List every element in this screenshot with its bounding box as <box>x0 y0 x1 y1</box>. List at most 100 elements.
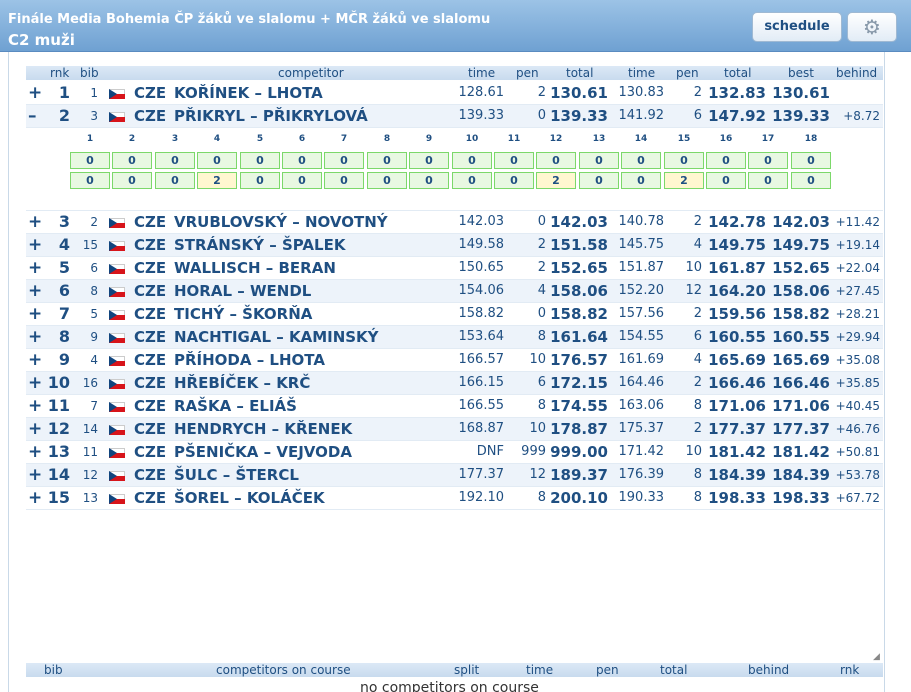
row-bib: 1 <box>90 86 98 100</box>
row-competitor: VRUBLOVSKÝ – NOVOTNÝ <box>174 213 388 231</box>
row-behind: +53.78 <box>835 468 880 482</box>
table-row[interactable]: +13 11 CZE PŠENIČKA – VEJVODA DNF 999 999.00 17… <box>26 441 883 464</box>
row-best: 158.82 <box>772 305 830 323</box>
row-bib: 12 <box>82 468 98 482</box>
row-total2: 165.69 <box>708 351 766 369</box>
row-total2: 159.56 <box>708 305 766 323</box>
table-row[interactable]: +7 5 CZE TICHÝ – ŠKORŇA 158.82 0 158.82 157.56 2… <box>26 303 883 326</box>
row-rank: 10 <box>47 373 70 392</box>
table-row[interactable]: +15 13 CZE ŠOREL – KOLÁČEK 192.10 8 200.10 190.… <box>26 487 883 510</box>
row-total2: 181.42 <box>708 443 766 461</box>
gate-penalty-run1: 0 <box>367 152 407 169</box>
row-pen1: 0 <box>537 306 546 321</box>
table-row[interactable]: +8 9 CZE NACHTIGAL – KAMINSKÝ 153.64 8 161.64 1… <box>26 326 883 349</box>
row-competitor: PŘIKRYL – PŘIKRYLOVÁ <box>174 107 368 125</box>
gate-number: 9 <box>425 134 433 144</box>
row-nation: CZE <box>134 328 167 346</box>
resize-handle-icon[interactable]: ◢ <box>873 652 881 662</box>
row-best: 198.33 <box>772 489 830 507</box>
row-behind: +29.94 <box>835 330 880 344</box>
row-total2: 164.20 <box>708 282 766 300</box>
row-time1: 166.57 <box>458 352 505 367</box>
gate-penalty-run2: 0 <box>748 172 788 189</box>
gate-penalty-run1: 0 <box>748 152 788 169</box>
row-rank: 11 <box>47 396 70 415</box>
schedule-button[interactable]: schedule <box>752 12 842 42</box>
gate-penalty-run2: 0 <box>70 172 110 189</box>
row-best: 139.33 <box>772 107 830 125</box>
row-competitor: PŠENIČKA – VEJVODA <box>174 443 352 461</box>
row-time1: 158.82 <box>458 306 505 321</box>
row-rank: 13 <box>47 442 70 461</box>
table-row[interactable]: +3 2 CZE VRUBLOVSKÝ – NOVOTNÝ 142.03 0 142.03 1… <box>26 211 883 234</box>
table-row[interactable]: +11 7 CZE RAŠKA – ELIÁŠ 166.55 8 174.55 163.06 8… <box>26 395 883 418</box>
table-row[interactable]: +14 12 CZE ŠULC – ŠTERCL 177.37 12 189.37 176.3… <box>26 464 883 487</box>
row-total1: 139.33 <box>550 107 608 125</box>
row-rank: 12 <box>47 419 70 438</box>
row-total2: 166.46 <box>708 374 766 392</box>
row-nation: CZE <box>134 397 167 415</box>
row-pen2: 2 <box>693 306 702 321</box>
expand-toggle[interactable]: – <box>28 105 37 127</box>
gate-penalty-run2: 2 <box>197 172 237 189</box>
col-time1: time <box>468 66 496 80</box>
flag-icon <box>109 89 125 99</box>
gate-penalty-run1: 0 <box>706 152 746 169</box>
row-time2: 151.87 <box>618 260 665 275</box>
gate-number: 14 <box>634 134 648 144</box>
row-pen1: 0 <box>537 214 546 229</box>
row-rank: 5 <box>58 258 70 277</box>
row-nation: CZE <box>134 259 167 277</box>
gate-penalty-run2: 0 <box>579 172 619 189</box>
row-competitor: TICHÝ – ŠKORŇA <box>174 305 313 323</box>
row-bib: 5 <box>90 307 98 321</box>
row-time2: 152.20 <box>618 283 665 298</box>
row-pen2: 10 <box>685 444 702 459</box>
table-row[interactable]: +5 6 CZE WALLISCH – BERAN 150.65 2 152.65 151.8… <box>26 257 883 280</box>
row-total2: 198.33 <box>708 489 766 507</box>
row-rank: 8 <box>58 327 70 346</box>
row-time1: 166.15 <box>458 375 505 390</box>
row-pen1: 8 <box>537 490 546 505</box>
table-row[interactable]: +10 16 CZE HŘEBÍČEK – KRČ 166.15 6 172.15 164.4… <box>26 372 883 395</box>
row-behind: +28.21 <box>835 307 880 321</box>
row-bib: 11 <box>82 445 98 459</box>
table-row[interactable]: +4 15 CZE STRÁNSKÝ – ŠPALEK 149.58 2 151.58 145… <box>26 234 883 257</box>
row-time2: 157.56 <box>618 306 665 321</box>
row-pen1: 10 <box>529 421 546 436</box>
app-header: Finále Media Bohemia ČP žáků ve slalomu … <box>0 0 911 52</box>
row-behind: +27.45 <box>835 284 880 298</box>
row-time1: 177.37 <box>458 467 505 482</box>
table-row[interactable]: +9 4 CZE PŘÍHODA – LHOTA 166.57 10 176.57 161.6… <box>26 349 883 372</box>
row-total1: 176.57 <box>550 351 608 369</box>
row-best: 158.06 <box>772 282 830 300</box>
table-row[interactable]: +6 8 CZE HORAL – WENDL 154.06 4 158.06 152.20 12… <box>26 280 883 303</box>
gate-penalty-run2: 0 <box>452 172 492 189</box>
oc-col-pen: pen <box>596 663 619 677</box>
row-rank: 9 <box>58 350 70 369</box>
settings-button[interactable]: ⚙ <box>847 12 897 42</box>
row-nation: CZE <box>134 282 167 300</box>
row-best: 171.06 <box>772 397 830 415</box>
col-best: best <box>788 66 814 80</box>
col-competitor: competitor <box>278 66 344 80</box>
row-time1: 142.03 <box>458 214 505 229</box>
row-time2: 163.06 <box>618 398 665 413</box>
gate-number: 10 <box>465 134 479 144</box>
row-time2: 145.75 <box>618 237 665 252</box>
gate-number: 3 <box>171 134 179 144</box>
table-row[interactable]: +12 14 CZE HENDRYCH – KŘENEK 168.87 10 178.87 1… <box>26 418 883 441</box>
gate-penalty-run2: 0 <box>621 172 661 189</box>
oc-col-bib: bib <box>44 663 63 677</box>
row-behind: +35.85 <box>835 376 880 390</box>
row-best: 166.46 <box>772 374 830 392</box>
row-pen2: 2 <box>693 85 702 100</box>
gate-penalty-run1: 0 <box>240 152 280 169</box>
row-pen2: 4 <box>693 237 702 252</box>
table-row[interactable]: – 2 3 CZE PŘIKRYL – PŘIKRYLOVÁ 139.33 0 139.33 1… <box>26 105 883 128</box>
row-bib: 3 <box>90 109 98 123</box>
gate-penalty-run1: 0 <box>112 152 152 169</box>
gate-number: 15 <box>677 134 691 144</box>
table-row[interactable]: +1 1 CZE KOŘÍNEK – LHOTA 128.61 2 130.61 130.83… <box>26 82 883 105</box>
row-total2: 142.78 <box>708 213 766 231</box>
